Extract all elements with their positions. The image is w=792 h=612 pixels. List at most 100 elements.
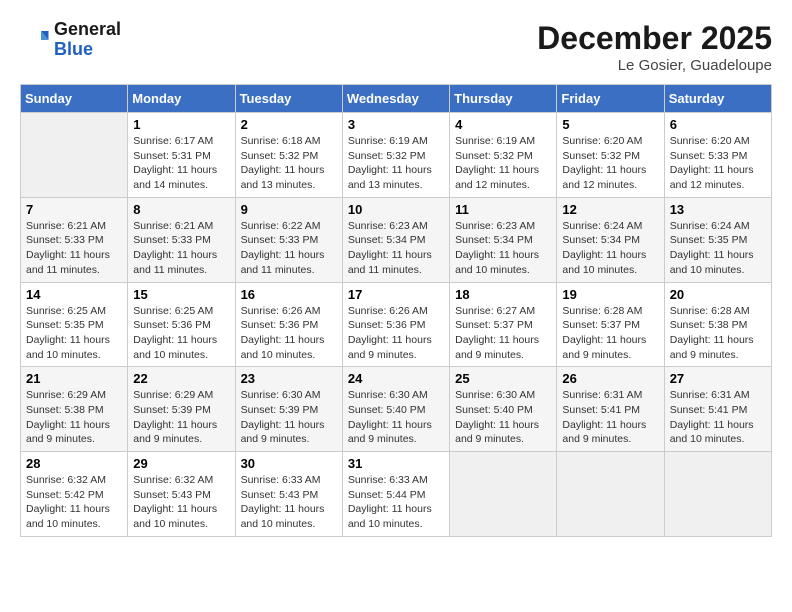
day-number: 9	[241, 202, 337, 217]
calendar-cell: 29 Sunrise: 6:32 AMSunset: 5:43 PMDayligh…	[128, 452, 235, 537]
day-number: 27	[670, 371, 766, 386]
week-row-2: 14Sunrise: 6:25 AMSunset: 5:35 PMDayligh…	[21, 282, 772, 367]
day-info: Sunrise: 6:19 AMSunset: 5:32 PMDaylight:…	[455, 134, 551, 193]
day-info: Sunrise: 6:23 AMSunset: 5:34 PMDaylight:…	[455, 219, 551, 278]
day-number: 2	[241, 117, 337, 132]
day-number: 3	[348, 117, 444, 132]
day-number: 19	[562, 287, 658, 302]
day-number: 13	[670, 202, 766, 217]
calendar-cell: 14Sunrise: 6:25 AMSunset: 5:35 PMDayligh…	[21, 282, 128, 367]
day-number: 12	[562, 202, 658, 217]
day-number: 16	[241, 287, 337, 302]
week-row-1: 7 Sunrise: 6:21 AMSunset: 5:33 PMDaylight…	[21, 197, 772, 282]
day-info: Sunrise: 6:27 AMSunset: 5:37 PMDaylight:…	[455, 304, 551, 363]
calendar-cell: 25 Sunrise: 6:30 AMSunset: 5:40 PMDayligh…	[450, 367, 557, 452]
calendar-header: SundayMondayTuesdayWednesdayThursdayFrid…	[21, 85, 772, 113]
day-number: 23	[241, 371, 337, 386]
calendar-cell: 30 Sunrise: 6:33 AMSunset: 5:43 PMDayligh…	[235, 452, 342, 537]
day-number: 18	[455, 287, 551, 302]
calendar-cell: 16 Sunrise: 6:26 AMSunset: 5:36 PMDayligh…	[235, 282, 342, 367]
day-number: 11	[455, 202, 551, 217]
day-number: 15	[133, 287, 229, 302]
calendar-body: 1 Sunrise: 6:17 AMSunset: 5:31 PMDaylight…	[21, 113, 772, 537]
title-block: December 2025 Le Gosier, Guadeloupe	[537, 20, 772, 74]
day-number: 24	[348, 371, 444, 386]
calendar-cell: 4 Sunrise: 6:19 AMSunset: 5:32 PMDaylight…	[450, 113, 557, 198]
header-row: SundayMondayTuesdayWednesdayThursdayFrid…	[21, 85, 772, 113]
calendar-cell: 8Sunrise: 6:21 AMSunset: 5:33 PMDaylight…	[128, 197, 235, 282]
day-info: Sunrise: 6:33 AMSunset: 5:44 PMDaylight:…	[348, 473, 444, 532]
day-info: Sunrise: 6:24 AMSunset: 5:34 PMDaylight:…	[562, 219, 658, 278]
day-number: 29	[133, 456, 229, 471]
day-info: Sunrise: 6:29 AMSunset: 5:39 PMDaylight:…	[133, 388, 229, 447]
calendar-cell: 23Sunrise: 6:30 AMSunset: 5:39 PMDayligh…	[235, 367, 342, 452]
week-row-4: 28 Sunrise: 6:32 AMSunset: 5:42 PMDayligh…	[21, 452, 772, 537]
day-info: Sunrise: 6:31 AMSunset: 5:41 PMDaylight:…	[562, 388, 658, 447]
calendar-cell: 7 Sunrise: 6:21 AMSunset: 5:33 PMDaylight…	[21, 197, 128, 282]
calendar-cell: 18 Sunrise: 6:27 AMSunset: 5:37 PMDayligh…	[450, 282, 557, 367]
col-header-thursday: Thursday	[450, 85, 557, 113]
day-number: 5	[562, 117, 658, 132]
calendar-cell: 15Sunrise: 6:25 AMSunset: 5:36 PMDayligh…	[128, 282, 235, 367]
calendar: SundayMondayTuesdayWednesdayThursdayFrid…	[20, 84, 772, 537]
day-info: Sunrise: 6:21 AMSunset: 5:33 PMDaylight:…	[26, 219, 122, 278]
day-number: 14	[26, 287, 122, 302]
day-number: 21	[26, 371, 122, 386]
day-info: Sunrise: 6:26 AMSunset: 5:36 PMDaylight:…	[241, 304, 337, 363]
calendar-cell	[21, 113, 128, 198]
calendar-cell	[450, 452, 557, 537]
day-number: 4	[455, 117, 551, 132]
calendar-cell	[557, 452, 664, 537]
calendar-cell: 19Sunrise: 6:28 AMSunset: 5:37 PMDayligh…	[557, 282, 664, 367]
day-number: 22	[133, 371, 229, 386]
calendar-cell: 26 Sunrise: 6:31 AMSunset: 5:41 PMDayligh…	[557, 367, 664, 452]
day-info: Sunrise: 6:32 AMSunset: 5:42 PMDaylight:…	[26, 473, 122, 532]
day-info: Sunrise: 6:21 AMSunset: 5:33 PMDaylight:…	[133, 219, 229, 278]
logo-general: General	[54, 20, 121, 40]
day-number: 26	[562, 371, 658, 386]
day-info: Sunrise: 6:30 AMSunset: 5:40 PMDaylight:…	[348, 388, 444, 447]
day-info: Sunrise: 6:32 AMSunset: 5:43 PMDaylight:…	[133, 473, 229, 532]
day-info: Sunrise: 6:20 AMSunset: 5:33 PMDaylight:…	[670, 134, 766, 193]
col-header-wednesday: Wednesday	[342, 85, 449, 113]
calendar-cell: 13 Sunrise: 6:24 AMSunset: 5:35 PMDayligh…	[664, 197, 771, 282]
week-row-3: 21Sunrise: 6:29 AMSunset: 5:38 PMDayligh…	[21, 367, 772, 452]
calendar-cell: 12 Sunrise: 6:24 AMSunset: 5:34 PMDayligh…	[557, 197, 664, 282]
day-number: 20	[670, 287, 766, 302]
col-header-monday: Monday	[128, 85, 235, 113]
calendar-cell: 17 Sunrise: 6:26 AMSunset: 5:36 PMDayligh…	[342, 282, 449, 367]
page-header: General Blue December 2025 Le Gosier, Gu…	[20, 20, 772, 74]
calendar-cell: 24 Sunrise: 6:30 AMSunset: 5:40 PMDayligh…	[342, 367, 449, 452]
day-number: 25	[455, 371, 551, 386]
day-number: 31	[348, 456, 444, 471]
week-row-0: 1 Sunrise: 6:17 AMSunset: 5:31 PMDaylight…	[21, 113, 772, 198]
calendar-cell: 11 Sunrise: 6:23 AMSunset: 5:34 PMDayligh…	[450, 197, 557, 282]
calendar-cell: 5Sunrise: 6:20 AMSunset: 5:32 PMDaylight…	[557, 113, 664, 198]
col-header-saturday: Saturday	[664, 85, 771, 113]
day-info: Sunrise: 6:22 AMSunset: 5:33 PMDaylight:…	[241, 219, 337, 278]
day-info: Sunrise: 6:17 AMSunset: 5:31 PMDaylight:…	[133, 134, 229, 193]
calendar-cell: 28 Sunrise: 6:32 AMSunset: 5:42 PMDayligh…	[21, 452, 128, 537]
calendar-cell: 27Sunrise: 6:31 AMSunset: 5:41 PMDayligh…	[664, 367, 771, 452]
day-number: 30	[241, 456, 337, 471]
col-header-sunday: Sunday	[21, 85, 128, 113]
day-info: Sunrise: 6:18 AMSunset: 5:32 PMDaylight:…	[241, 134, 337, 193]
logo-text: General Blue	[54, 20, 121, 60]
day-info: Sunrise: 6:30 AMSunset: 5:40 PMDaylight:…	[455, 388, 551, 447]
day-number: 7	[26, 202, 122, 217]
day-info: Sunrise: 6:33 AMSunset: 5:43 PMDaylight:…	[241, 473, 337, 532]
day-number: 6	[670, 117, 766, 132]
day-number: 17	[348, 287, 444, 302]
day-info: Sunrise: 6:19 AMSunset: 5:32 PMDaylight:…	[348, 134, 444, 193]
day-number: 28	[26, 456, 122, 471]
day-info: Sunrise: 6:23 AMSunset: 5:34 PMDaylight:…	[348, 219, 444, 278]
col-header-friday: Friday	[557, 85, 664, 113]
calendar-cell: 22 Sunrise: 6:29 AMSunset: 5:39 PMDayligh…	[128, 367, 235, 452]
day-number: 10	[348, 202, 444, 217]
calendar-cell: 20Sunrise: 6:28 AMSunset: 5:38 PMDayligh…	[664, 282, 771, 367]
day-info: Sunrise: 6:26 AMSunset: 5:36 PMDaylight:…	[348, 304, 444, 363]
calendar-cell: 9 Sunrise: 6:22 AMSunset: 5:33 PMDaylight…	[235, 197, 342, 282]
day-number: 1	[133, 117, 229, 132]
day-info: Sunrise: 6:24 AMSunset: 5:35 PMDaylight:…	[670, 219, 766, 278]
calendar-cell: 6 Sunrise: 6:20 AMSunset: 5:33 PMDaylight…	[664, 113, 771, 198]
